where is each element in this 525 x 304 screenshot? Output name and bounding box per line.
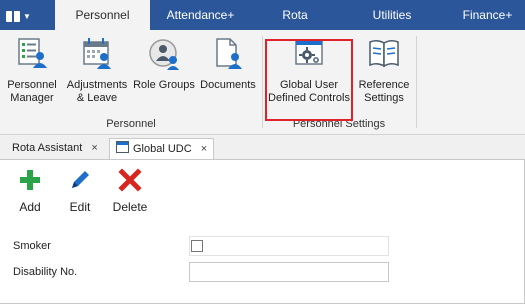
group-separator: [416, 36, 417, 128]
edit-label: Edit: [69, 200, 91, 214]
doc-tab-rota-assistant[interactable]: Rota Assistant ×: [6, 138, 104, 159]
document-person-icon: [216, 38, 242, 69]
delete-x-icon: [118, 168, 142, 192]
personnel-group-label: Personnel: [106, 118, 156, 130]
disability-label: Disability No.: [13, 266, 78, 278]
tab-attendance[interactable]: Attendance+: [153, 0, 248, 30]
app-menu-button[interactable]: ▼: [6, 7, 42, 25]
doc-tab-label: Global UDC: [133, 143, 192, 155]
group-separator: [262, 36, 263, 128]
add-button[interactable]: Add: [14, 168, 46, 214]
ribbon-tab-bar: ▼ Personnel Attendance+ Rota Utilities F…: [0, 0, 525, 30]
book-icon: [369, 39, 399, 68]
documents-label: Documents: [200, 79, 256, 91]
ribbon: Personnel Manager Adjustments & Leave Ro…: [0, 30, 525, 135]
add-label: Add: [19, 200, 41, 214]
doc-tab-label: Rota Assistant: [12, 142, 83, 154]
personnel-manager-button[interactable]: Personnel Manager: [4, 36, 60, 105]
chevron-down-icon: ▼: [23, 11, 31, 21]
tab-utilities[interactable]: Utilities: [352, 0, 432, 30]
doc-tab-global-udc[interactable]: Global UDC ×: [109, 138, 215, 159]
reference-settings-button[interactable]: Reference Settings: [354, 36, 414, 105]
personnel-manager-icon: [18, 38, 47, 68]
close-icon[interactable]: ×: [201, 143, 207, 155]
reference-settings-label: Reference Settings: [358, 79, 410, 104]
smoker-field-frame: [189, 236, 389, 256]
personnel-manager-label: Personnel Manager: [7, 79, 57, 104]
plus-icon: [20, 170, 40, 190]
delete-button[interactable]: Delete: [110, 168, 150, 214]
documents-button[interactable]: Documents: [198, 36, 258, 92]
document-tabs: Rota Assistant × Global UDC ×: [0, 135, 525, 160]
gear-window-icon: [116, 141, 129, 153]
tab-personnel[interactable]: Personnel: [55, 0, 150, 30]
role-groups-button[interactable]: Role Groups: [132, 36, 196, 92]
pencil-icon: [72, 171, 89, 188]
adjustments-leave-label: Adjustments & Leave: [66, 79, 128, 104]
book-icon: [6, 10, 20, 22]
tab-finance[interactable]: Finance+: [450, 0, 525, 30]
adjustments-leave-button[interactable]: Adjustments & Leave: [64, 36, 130, 105]
calendar-person-icon: [83, 38, 111, 69]
role-groups-label: Role Groups: [133, 79, 195, 91]
close-icon[interactable]: ×: [91, 142, 97, 154]
edit-button[interactable]: Edit: [64, 168, 96, 214]
disability-no-input[interactable]: [189, 262, 389, 282]
highlight-box: [265, 39, 353, 121]
role-groups-icon: [149, 39, 179, 70]
tab-rota[interactable]: Rota: [255, 0, 335, 30]
delete-label: Delete: [112, 200, 148, 214]
smoker-label: Smoker: [13, 240, 51, 252]
